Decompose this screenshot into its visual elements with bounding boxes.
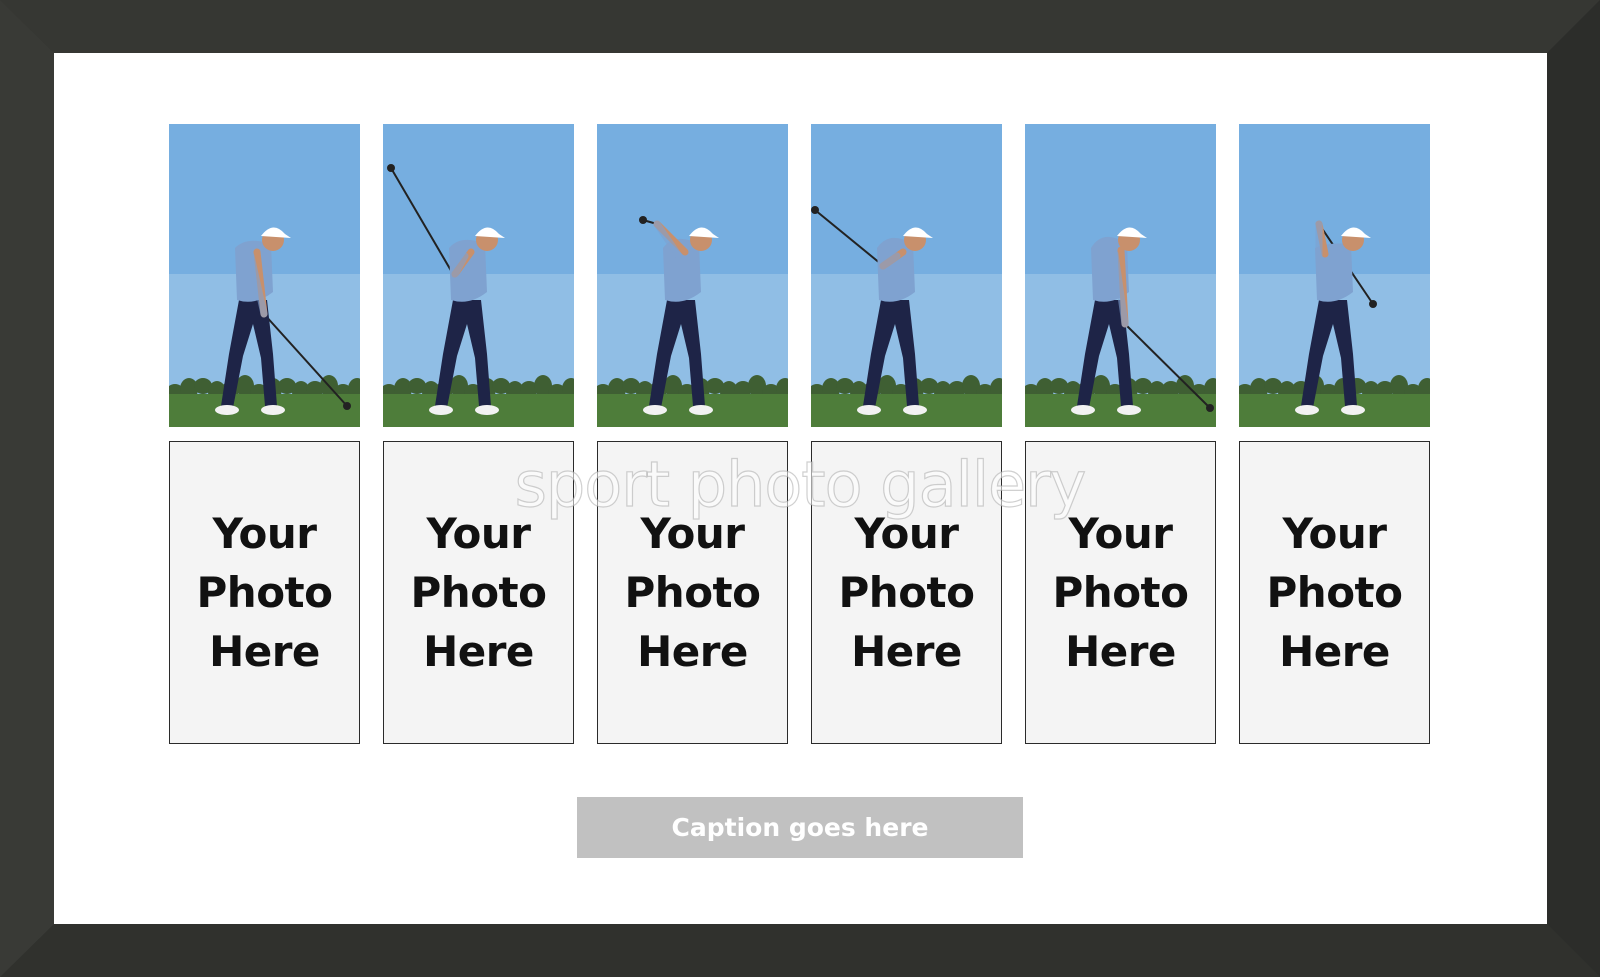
swing-photo-2	[383, 124, 574, 427]
swing-photo-1	[169, 124, 360, 427]
swing-photo-4	[811, 124, 1002, 427]
photo-slot-2[interactable]: Your Photo Here	[383, 441, 574, 744]
golf-swing-backswing-photo	[383, 124, 574, 427]
photo-slot-1[interactable]: Your Photo Here	[169, 441, 360, 744]
picture-frame: Your Photo Here Your Photo Here Your Pho…	[0, 0, 1600, 977]
photo-slot-label: Your Photo Here	[410, 509, 547, 676]
golf-swing-downswing-photo	[811, 124, 1002, 427]
caption-text: Caption goes here	[671, 813, 929, 842]
photo-slot-3[interactable]: Your Photo Here	[597, 441, 788, 744]
photo-slot-5[interactable]: Your Photo Here	[1025, 441, 1216, 744]
swing-photo-6	[1239, 124, 1430, 427]
golf-swing-follow-through-photo	[1239, 124, 1430, 427]
photo-slot-6[interactable]: Your Photo Here	[1239, 441, 1430, 744]
photo-slot-label: Your Photo Here	[1266, 509, 1403, 676]
photo-slot-4[interactable]: Your Photo Here	[811, 441, 1002, 744]
swing-photo-5	[1025, 124, 1216, 427]
golf-swing-top-photo	[597, 124, 788, 427]
caption-plate[interactable]: Caption goes here	[577, 797, 1023, 858]
photo-slot-label: Your Photo Here	[196, 509, 333, 676]
photo-slot-label: Your Photo Here	[838, 509, 975, 676]
swing-photo-3	[597, 124, 788, 427]
photo-slot-label: Your Photo Here	[1052, 509, 1189, 676]
golf-swing-address-photo	[169, 124, 360, 427]
golf-swing-impact-photo	[1025, 124, 1216, 427]
photo-slot-label: Your Photo Here	[624, 509, 761, 676]
